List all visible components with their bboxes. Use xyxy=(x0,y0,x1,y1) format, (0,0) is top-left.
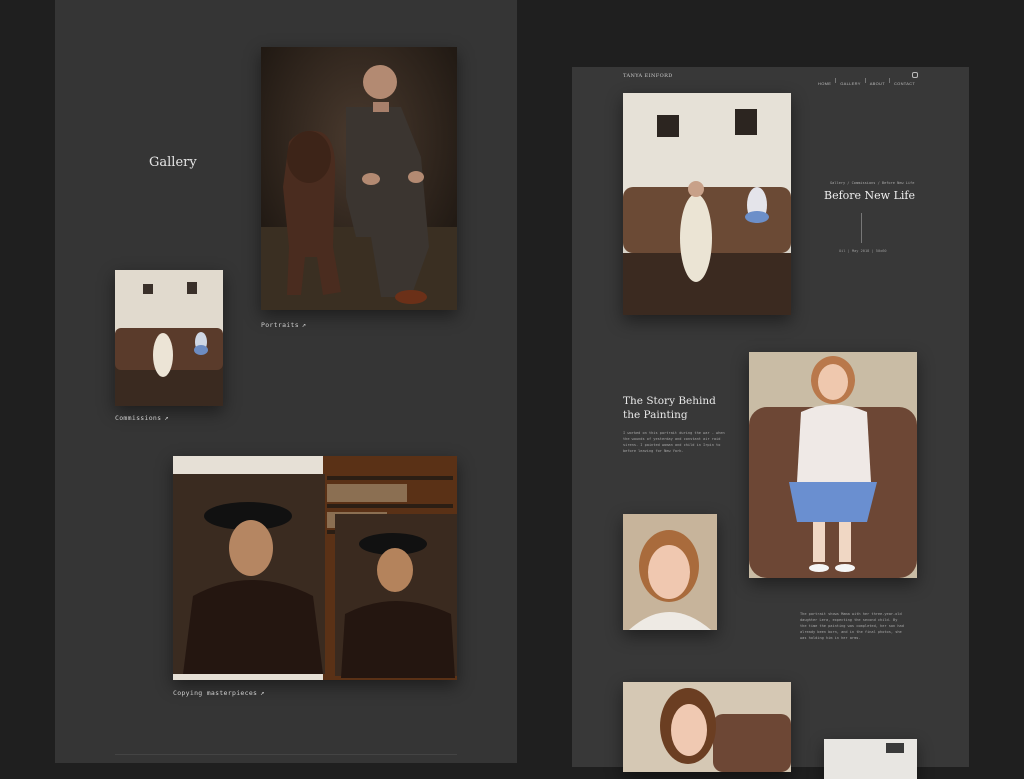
story-text: I worked on this portrait during the war… xyxy=(623,431,725,453)
main-painting[interactable] xyxy=(623,93,791,315)
detail-painting-partial[interactable] xyxy=(824,739,917,779)
gallery-panel: Gallery Portraits ↗ Commissions ↗ Copyin… xyxy=(55,0,517,763)
top-nav: HOME GALLERY ABOUT CONTACT xyxy=(818,72,915,90)
detail-painting-girl[interactable] xyxy=(749,352,917,578)
nav-divider xyxy=(864,78,866,84)
nav-divider xyxy=(888,78,890,84)
artwork-meta: Oil | May 2018 | 50x60 xyxy=(839,249,887,253)
gallery-title: Gallery xyxy=(149,155,197,170)
commissions-link[interactable]: Commissions ↗ xyxy=(115,414,169,422)
breadcrumb[interactable]: Gallery / Commissions / Before New Life xyxy=(830,181,914,185)
external-arrow-icon: ↗ xyxy=(301,321,307,329)
title-divider xyxy=(861,213,862,243)
nav-divider xyxy=(835,78,837,84)
portraits-caption: Portraits xyxy=(261,321,299,329)
nav-contact[interactable]: CONTACT xyxy=(894,81,915,86)
detail-painting-woman[interactable] xyxy=(623,682,791,772)
portraits-image[interactable] xyxy=(261,47,457,310)
masterpieces-image[interactable] xyxy=(173,456,457,680)
external-arrow-icon: ↗ xyxy=(164,414,169,422)
artwork-title: Before New Life xyxy=(824,189,916,202)
divider xyxy=(115,754,457,755)
instagram-icon[interactable] xyxy=(912,72,918,78)
story-heading: The Story Behind the Painting xyxy=(623,395,716,421)
external-arrow-icon: ↗ xyxy=(260,689,265,697)
commissions-caption: Commissions xyxy=(115,414,162,422)
detail-painting-face[interactable] xyxy=(623,514,717,630)
portraits-link[interactable]: Portraits ↗ xyxy=(261,321,306,329)
masterpieces-link[interactable]: Copying masterpieces ↗ xyxy=(173,689,265,697)
nav-about[interactable]: ABOUT xyxy=(870,81,885,86)
story-text-2: The portrait shows Mama with her three-y… xyxy=(800,612,904,640)
nav-gallery[interactable]: GALLERY xyxy=(840,81,860,86)
artwork-page: TANYA EINFORD HOME GALLERY ABOUT CONTACT Ga… xyxy=(572,67,969,779)
nav-home[interactable]: HOME xyxy=(818,81,831,86)
commissions-image[interactable] xyxy=(115,270,223,406)
masterpieces-caption: Copying masterpieces xyxy=(173,689,258,697)
site-brand[interactable]: TANYA EINFORD xyxy=(623,73,673,79)
